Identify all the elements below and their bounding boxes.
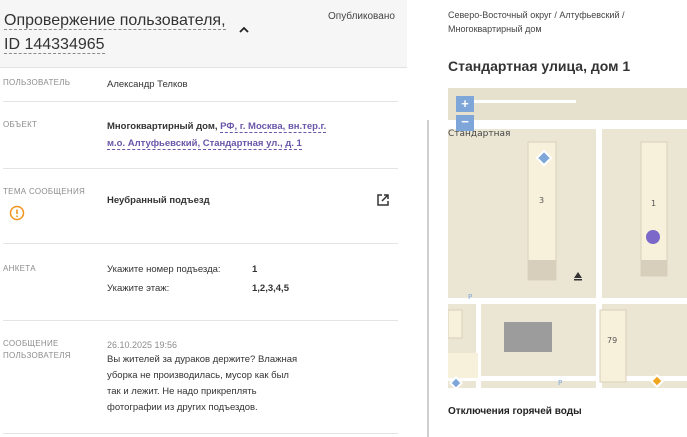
status-badge: Опубликовано <box>328 11 395 22</box>
breadcrumb[interactable]: Северо-Восточный округ / Алтуфьевский / … <box>448 8 683 36</box>
open-external-icon[interactable] <box>375 192 391 208</box>
object-address-link-2[interactable]: м.о. Алтуфьевский, Стандартная ул., д. 1 <box>107 138 302 150</box>
divider <box>3 168 398 169</box>
building-label: 79 <box>607 336 617 345</box>
page-title[interactable]: Опровержение пользователя, ID 144334965 <box>4 9 232 57</box>
object-sidebar: Северо-Восточный округ / Алтуфьевский / … <box>448 0 687 437</box>
zoom-in-button[interactable]: + <box>456 96 474 112</box>
survey-question-2: Укажите этаж: <box>107 283 170 294</box>
warning-icon <box>9 205 25 221</box>
user-label: ПОЛЬЗОВАТЕЛЬ <box>3 78 71 87</box>
divider <box>3 101 398 102</box>
building-label: 1 <box>651 199 656 208</box>
message-label: СООБЩЕНИЕ ПОЛЬЗОВАТЕЛЯ <box>3 339 71 360</box>
object-value: Многоквартирный дом, РФ, г. Москва, вн.т… <box>107 118 347 152</box>
divider <box>3 243 398 244</box>
scrollbar[interactable] <box>427 120 429 437</box>
topic-label: ТЕМА СООБЩЕНИЯ <box>3 187 86 196</box>
message-text: Вы жителей за дураков держите? Влажная у… <box>107 354 298 413</box>
report-panel: Опровержение пользователя, ID 144334965 … <box>0 0 408 437</box>
report-header: Опровержение пользователя, ID 144334965 … <box>0 0 407 68</box>
outage-title: Отключения горячей воды <box>448 406 582 417</box>
map-canvas[interactable]: Стандартная 3 1 79 P P <box>448 88 687 388</box>
chevron-up-icon[interactable] <box>236 22 252 38</box>
divider <box>3 433 398 434</box>
parking-icon: P <box>468 293 472 301</box>
building-label: 3 <box>539 196 544 205</box>
object-type: Многоквартирный дом, <box>107 121 218 132</box>
map[interactable]: Стандартная 3 1 79 P P + − <box>448 88 687 388</box>
address-title: Стандартная улица, дом 1 <box>448 58 631 74</box>
survey-answer-1: 1 <box>252 264 258 275</box>
zoom-out-button[interactable]: − <box>456 115 474 131</box>
message-date: 26.10.2025 19:56 <box>107 340 178 350</box>
divider <box>3 320 398 321</box>
object-label: ОБЪЕКТ <box>3 120 38 129</box>
map-object-marker[interactable] <box>646 230 660 244</box>
user-name: Александр Телков <box>107 79 188 90</box>
object-address-link[interactable]: РФ, г. Москва, вн.тер.г. <box>220 121 327 133</box>
survey-label: АНКЕТА <box>3 264 36 273</box>
parking-icon: P <box>558 379 562 387</box>
topic-value: Неубранный подъезд <box>107 195 210 206</box>
survey-answer-2: 1,2,3,4,5 <box>252 283 289 294</box>
survey-question-1: Укажите номер подъезда: <box>107 264 221 275</box>
